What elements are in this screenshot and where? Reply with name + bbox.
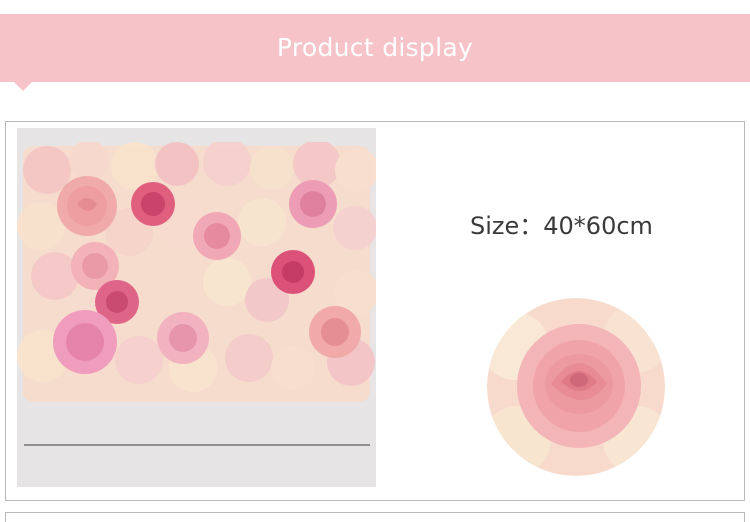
section-title: Product display [276,33,474,62]
size-label: Size： [470,212,544,240]
floor-line [24,444,370,446]
header-pointer [14,82,32,91]
size-spec: Size：40*60cm [470,206,700,242]
next-section-panel [5,512,745,522]
rose-closeup-photo [487,298,665,476]
flower-wall-photo [17,142,376,402]
size-value: 40*60cm [543,212,653,240]
